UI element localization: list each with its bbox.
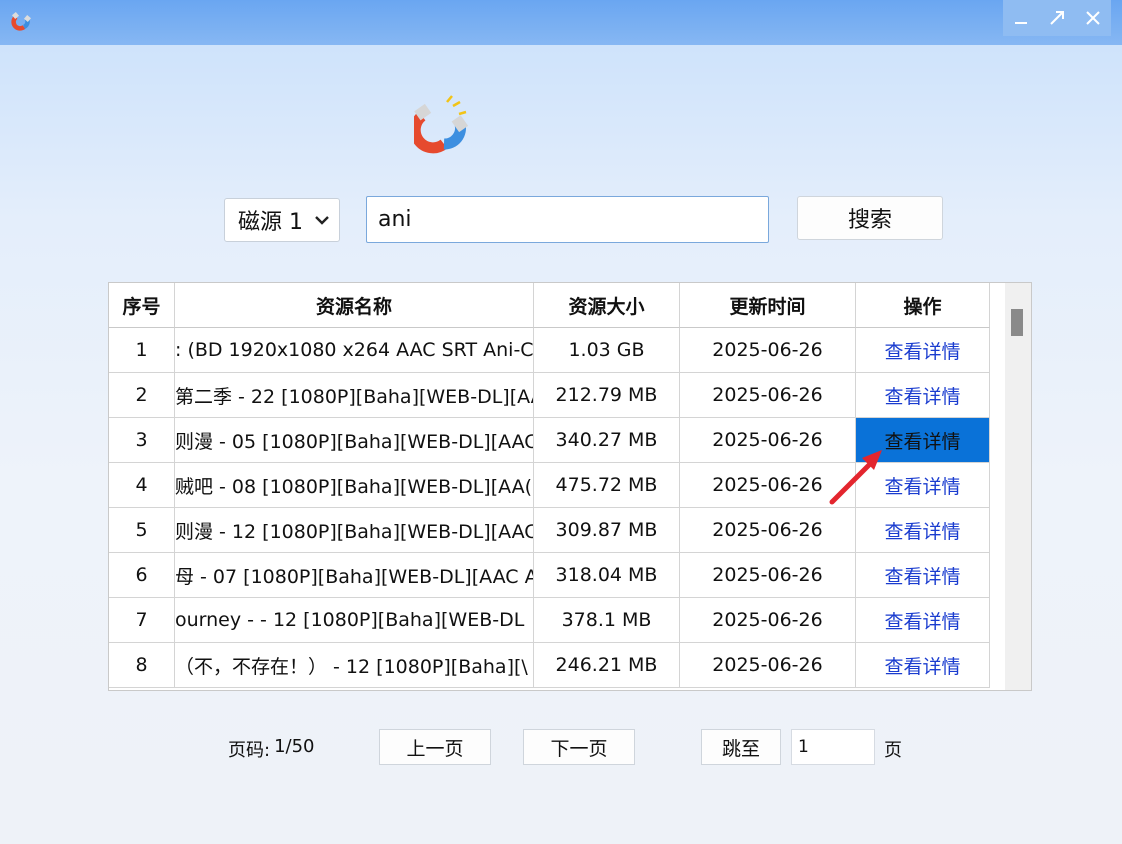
expand-icon xyxy=(1050,11,1064,25)
view-details-link[interactable]: 查看详情 xyxy=(856,328,990,373)
page-label: 页码: xyxy=(228,740,271,761)
source-select-value: 磁源 1 xyxy=(238,210,303,235)
row-name: 母 - 07 [1080P][Baha][WEB-DL][AAC A xyxy=(175,553,534,598)
next-page-button[interactable]: 下一页 xyxy=(523,729,635,765)
row-size: 246.21 MB xyxy=(534,643,680,688)
table-row: 4 贼吧 - 08 [1080P][Baha][WEB-DL][AA( 475.… xyxy=(109,463,990,508)
page-number-input[interactable] xyxy=(791,729,875,765)
maximize-button[interactable] xyxy=(1039,0,1075,36)
row-index: 7 xyxy=(109,598,175,643)
minimize-button[interactable] xyxy=(1003,0,1039,36)
prev-page-button[interactable]: 上一页 xyxy=(379,729,491,765)
row-size: 475.72 MB xyxy=(534,463,680,508)
source-select[interactable]: 磁源 1 xyxy=(224,198,340,242)
view-details-link[interactable]: 查看详情 xyxy=(856,598,990,643)
row-name: 则漫 - 05 [1080P][Baha][WEB-DL][AAC xyxy=(175,418,534,463)
search-input[interactable] xyxy=(366,196,769,243)
row-name-text: : (BD 1920x1080 x264 AAC SRT Ani-C xyxy=(175,339,534,361)
row-index: 6 xyxy=(109,553,175,598)
row-size: 212.79 MB xyxy=(534,373,680,418)
table-row: 3 则漫 - 05 [1080P][Baha][WEB-DL][AAC 340.… xyxy=(109,418,990,463)
row-time: 2025-06-26 xyxy=(680,553,856,598)
close-button[interactable] xyxy=(1075,0,1111,36)
row-name-text: 则漫 - 05 [1080P][Baha][WEB-DL][AAC xyxy=(175,430,534,453)
row-size: 318.04 MB xyxy=(534,553,680,598)
row-name: : (BD 1920x1080 x264 AAC SRT Ani-C xyxy=(175,328,534,373)
table-row: 6 母 - 07 [1080P][Baha][WEB-DL][AAC A 318… xyxy=(109,553,990,598)
row-name-text: 贼吧 - 08 [1080P][Baha][WEB-DL][AA( xyxy=(175,475,533,498)
view-details-link[interactable]: 查看详情 xyxy=(856,553,990,598)
row-name-text: 第二季 - 22 [1080P][Baha][WEB-DL][AA xyxy=(175,385,534,408)
chevron-down-icon xyxy=(315,216,329,225)
magnet-icon xyxy=(409,94,472,156)
row-name-text: 则漫 - 12 [1080P][Baha][WEB-DL][AAC xyxy=(175,520,534,543)
row-name: 贼吧 - 08 [1080P][Baha][WEB-DL][AA( xyxy=(175,463,534,508)
row-size: 1.03 GB xyxy=(534,328,680,373)
search-button[interactable]: 搜索 xyxy=(797,196,943,240)
row-index: 8 xyxy=(109,643,175,688)
row-time: 2025-06-26 xyxy=(680,418,856,463)
row-name: 第二季 - 22 [1080P][Baha][WEB-DL][AA xyxy=(175,373,534,418)
table-row: 2 第二季 - 22 [1080P][Baha][WEB-DL][AA 212.… xyxy=(109,373,990,418)
jump-to-page-button[interactable]: 跳至 xyxy=(701,729,781,765)
title-bar xyxy=(0,0,1122,45)
column-header-size[interactable]: 资源大小 xyxy=(534,283,680,328)
row-size: 309.87 MB xyxy=(534,508,680,553)
row-name-text: ourney - - 12 [1080P][Baha][WEB-DL xyxy=(175,609,525,631)
row-name: 则漫 - 12 [1080P][Baha][WEB-DL][AAC xyxy=(175,508,534,553)
table-body: 1 : (BD 1920x1080 x264 AAC SRT Ani-C 1.0… xyxy=(109,328,990,688)
row-time: 2025-06-26 xyxy=(680,328,856,373)
row-time: 2025-06-26 xyxy=(680,643,856,688)
window-controls xyxy=(1003,0,1111,36)
results-table: 序号 资源名称 资源大小 更新时间 操作 1 : (BD 1920x1080 x… xyxy=(108,282,1032,691)
row-index: 5 xyxy=(109,508,175,553)
row-index: 3 xyxy=(109,418,175,463)
row-name-text: 母 - 07 [1080P][Baha][WEB-DL][AAC A xyxy=(175,565,534,588)
row-size: 378.1 MB xyxy=(534,598,680,643)
page-current: 1/50 xyxy=(274,736,315,757)
view-details-link[interactable]: 查看详情 xyxy=(856,463,990,508)
close-icon xyxy=(1086,11,1100,25)
table-row: 5 则漫 - 12 [1080P][Baha][WEB-DL][AAC 309.… xyxy=(109,508,990,553)
view-details-link[interactable]: 查看详情 xyxy=(856,508,990,553)
row-name: ourney - - 12 [1080P][Baha][WEB-DL xyxy=(175,598,534,643)
column-header-time[interactable]: 更新时间 xyxy=(680,283,856,328)
minimize-icon xyxy=(1015,22,1027,24)
row-index: 4 xyxy=(109,463,175,508)
table-row: 1 : (BD 1920x1080 x264 AAC SRT Ani-C 1.0… xyxy=(109,328,990,373)
view-details-link[interactable]: 查看详情 xyxy=(856,373,990,418)
scrollbar-thumb[interactable] xyxy=(1011,309,1023,336)
row-name-text: （不，不存在！） - 12 [1080P][Baha][\ xyxy=(175,655,528,678)
vertical-scrollbar[interactable] xyxy=(1005,283,1031,690)
column-header-action[interactable]: 操作 xyxy=(856,283,990,328)
table-row: 7 ourney - - 12 [1080P][Baha][WEB-DL 378… xyxy=(109,598,990,643)
table-row: 8 （不，不存在！） - 12 [1080P][Baha][\ 246.21 M… xyxy=(109,643,990,688)
column-header-name[interactable]: 资源名称 xyxy=(175,283,534,328)
row-time: 2025-06-26 xyxy=(680,598,856,643)
row-time: 2025-06-26 xyxy=(680,508,856,553)
row-name: （不，不存在！） - 12 [1080P][Baha][\ xyxy=(175,643,534,688)
column-header-index[interactable]: 序号 xyxy=(109,283,175,328)
row-time: 2025-06-26 xyxy=(680,373,856,418)
page-unit-label: 页 xyxy=(884,740,902,761)
table-header: 序号 资源名称 资源大小 更新时间 操作 xyxy=(109,283,990,328)
row-time: 2025-06-26 xyxy=(680,463,856,508)
row-index: 2 xyxy=(109,373,175,418)
magnet-icon xyxy=(10,10,34,34)
page-indicator: 页码: 1/50 xyxy=(228,736,315,762)
row-index: 1 xyxy=(109,328,175,373)
view-details-link[interactable]: 查看详情 xyxy=(856,643,990,688)
row-size: 340.27 MB xyxy=(534,418,680,463)
view-details-link-selected[interactable]: 查看详情 xyxy=(856,418,990,463)
